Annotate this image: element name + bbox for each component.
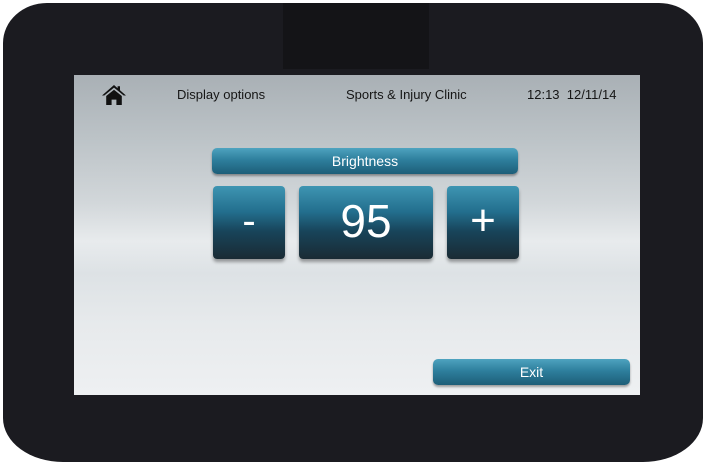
clock-readout: 12:13 12/11/14 [527,87,616,102]
device-bezel: Display options Sports & Injury Clinic 1… [3,3,703,462]
camera-strip [283,3,429,69]
increase-brightness-button[interactable]: + [447,186,519,259]
decrease-brightness-button[interactable]: - [213,186,285,259]
time-text: 12:13 [527,87,560,102]
exit-button[interactable]: Exit [433,359,630,385]
date-text: 12/11/14 [566,87,617,102]
display-screen: Display options Sports & Injury Clinic 1… [74,75,640,395]
clinic-name: Sports & Injury Clinic [346,87,467,102]
brightness-value: 95 [299,186,433,259]
section-title: Display options [177,87,266,102]
home-icon[interactable] [100,83,128,107]
brightness-label: Brightness [212,148,518,174]
